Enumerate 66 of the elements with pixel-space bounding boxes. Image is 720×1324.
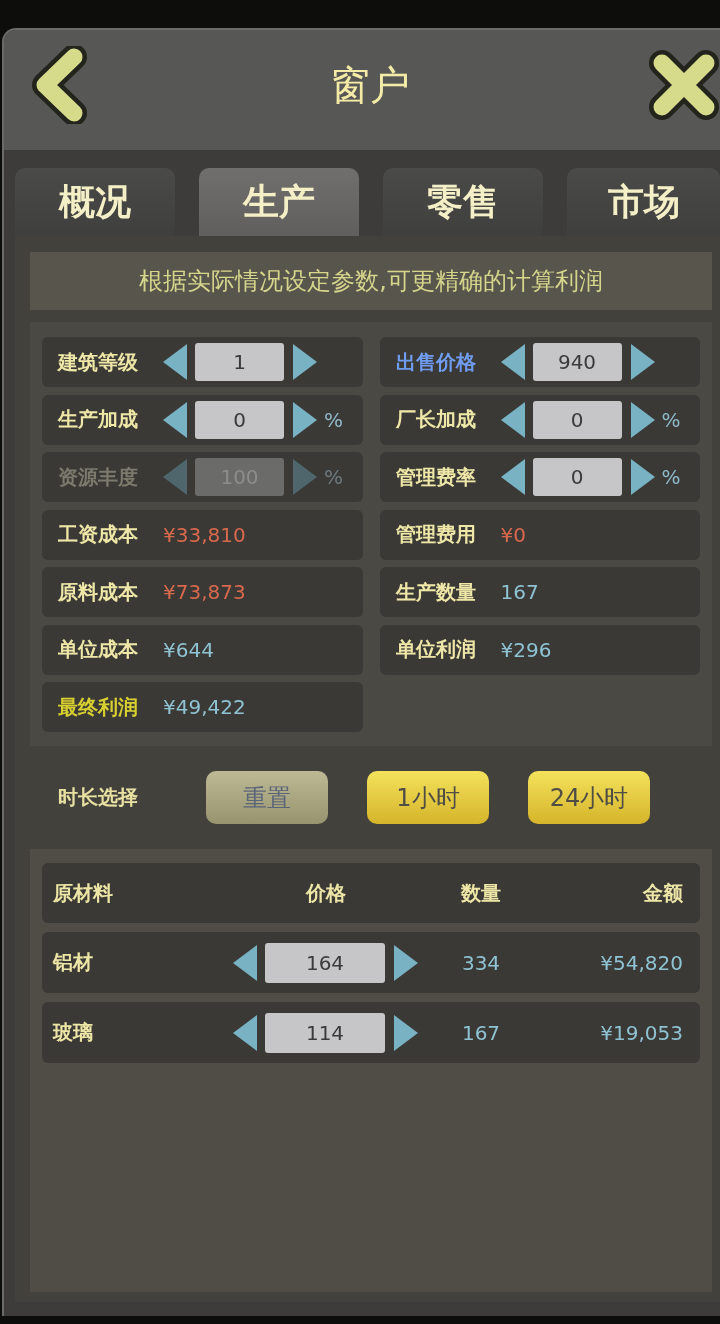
param-label: 生产加成 bbox=[58, 406, 139, 433]
unit-label: % bbox=[324, 465, 343, 489]
param-label: 资源丰度 bbox=[58, 463, 139, 491]
param-value: ¥73,873 bbox=[163, 580, 246, 604]
right-triangle-icon[interactable] bbox=[630, 344, 655, 380]
column-header: 数量 bbox=[461, 879, 501, 907]
unit-label: % bbox=[661, 465, 681, 489]
number-field[interactable]: 0 bbox=[532, 400, 622, 439]
right-triangle-icon[interactable] bbox=[394, 1014, 418, 1051]
param-label: 生产数量 bbox=[395, 578, 477, 606]
param-value: ¥33,810 bbox=[163, 522, 246, 547]
param-label: 厂长加成 bbox=[395, 406, 477, 433]
left-triangle-icon[interactable] bbox=[163, 344, 187, 380]
amount-text: ¥54,820 bbox=[600, 950, 683, 975]
number-field[interactable]: 1 bbox=[195, 343, 284, 381]
left-triangle-icon[interactable] bbox=[500, 401, 525, 438]
number-field[interactable]: 0 bbox=[532, 458, 622, 496]
right-triangle-icon[interactable] bbox=[630, 459, 655, 495]
number-field[interactable]: 0 bbox=[195, 400, 284, 439]
duration-button[interactable]: 1小时 bbox=[367, 771, 489, 824]
param-value: 167 bbox=[500, 580, 539, 604]
amount-text: ¥19,053 bbox=[600, 1020, 683, 1045]
param-value: ¥296 bbox=[500, 637, 552, 662]
quantity-text: 334 bbox=[461, 950, 501, 975]
material-name: 玻璃 bbox=[53, 1019, 93, 1046]
column-header: 价格 bbox=[305, 879, 346, 907]
tab[interactable]: 市场 bbox=[567, 168, 720, 236]
close-icon[interactable] bbox=[648, 49, 720, 121]
unit-label: % bbox=[324, 407, 343, 432]
number-field[interactable]: 164 bbox=[265, 942, 385, 983]
right-triangle-icon[interactable] bbox=[394, 944, 418, 981]
left-triangle-icon[interactable] bbox=[233, 944, 257, 981]
param-value: ¥644 bbox=[163, 637, 214, 662]
param-label: 工资成本 bbox=[58, 521, 139, 548]
hint-banner: 根据实际情况设定参数,可更精确的计算利润 bbox=[30, 252, 712, 310]
tab[interactable]: 概况 bbox=[15, 168, 175, 236]
param-label: 单位利润 bbox=[395, 636, 477, 663]
left-triangle-icon[interactable] bbox=[500, 344, 525, 380]
right-triangle-icon[interactable] bbox=[293, 344, 317, 380]
duration-button[interactable]: 24小时 bbox=[528, 771, 650, 824]
left-triangle-icon[interactable] bbox=[233, 1014, 257, 1051]
back-chevron-icon[interactable] bbox=[30, 46, 88, 124]
tab[interactable]: 零售 bbox=[383, 168, 543, 236]
param-label: 最终利润 bbox=[58, 693, 139, 721]
tab[interactable]: 生产 bbox=[199, 168, 359, 236]
right-triangle-icon[interactable] bbox=[630, 401, 655, 438]
quantity-text: 167 bbox=[461, 1020, 501, 1045]
material-name: 铝材 bbox=[53, 949, 93, 976]
param-value: ¥49,422 bbox=[163, 695, 246, 719]
param-label: 出售价格 bbox=[395, 348, 477, 376]
unit-label: % bbox=[661, 407, 681, 432]
param-label: 管理费用 bbox=[395, 521, 477, 548]
param-value: ¥0 bbox=[500, 522, 526, 547]
column-header: 金额 bbox=[643, 879, 683, 907]
left-triangle-icon[interactable] bbox=[500, 459, 525, 495]
left-triangle-icon[interactable] bbox=[163, 401, 187, 438]
number-field[interactable]: 114 bbox=[265, 1012, 385, 1053]
param-label: 单位成本 bbox=[58, 636, 139, 663]
duration-label: 时长选择 bbox=[58, 784, 139, 811]
param-label: 建筑等级 bbox=[58, 348, 139, 376]
right-triangle-icon[interactable] bbox=[293, 401, 317, 438]
window-title: 窗户 bbox=[330, 60, 410, 110]
param-label: 原料成本 bbox=[58, 578, 139, 606]
column-header: 原材料 bbox=[53, 879, 113, 907]
number-field[interactable]: 940 bbox=[532, 343, 622, 381]
param-label: 管理费率 bbox=[395, 463, 477, 491]
